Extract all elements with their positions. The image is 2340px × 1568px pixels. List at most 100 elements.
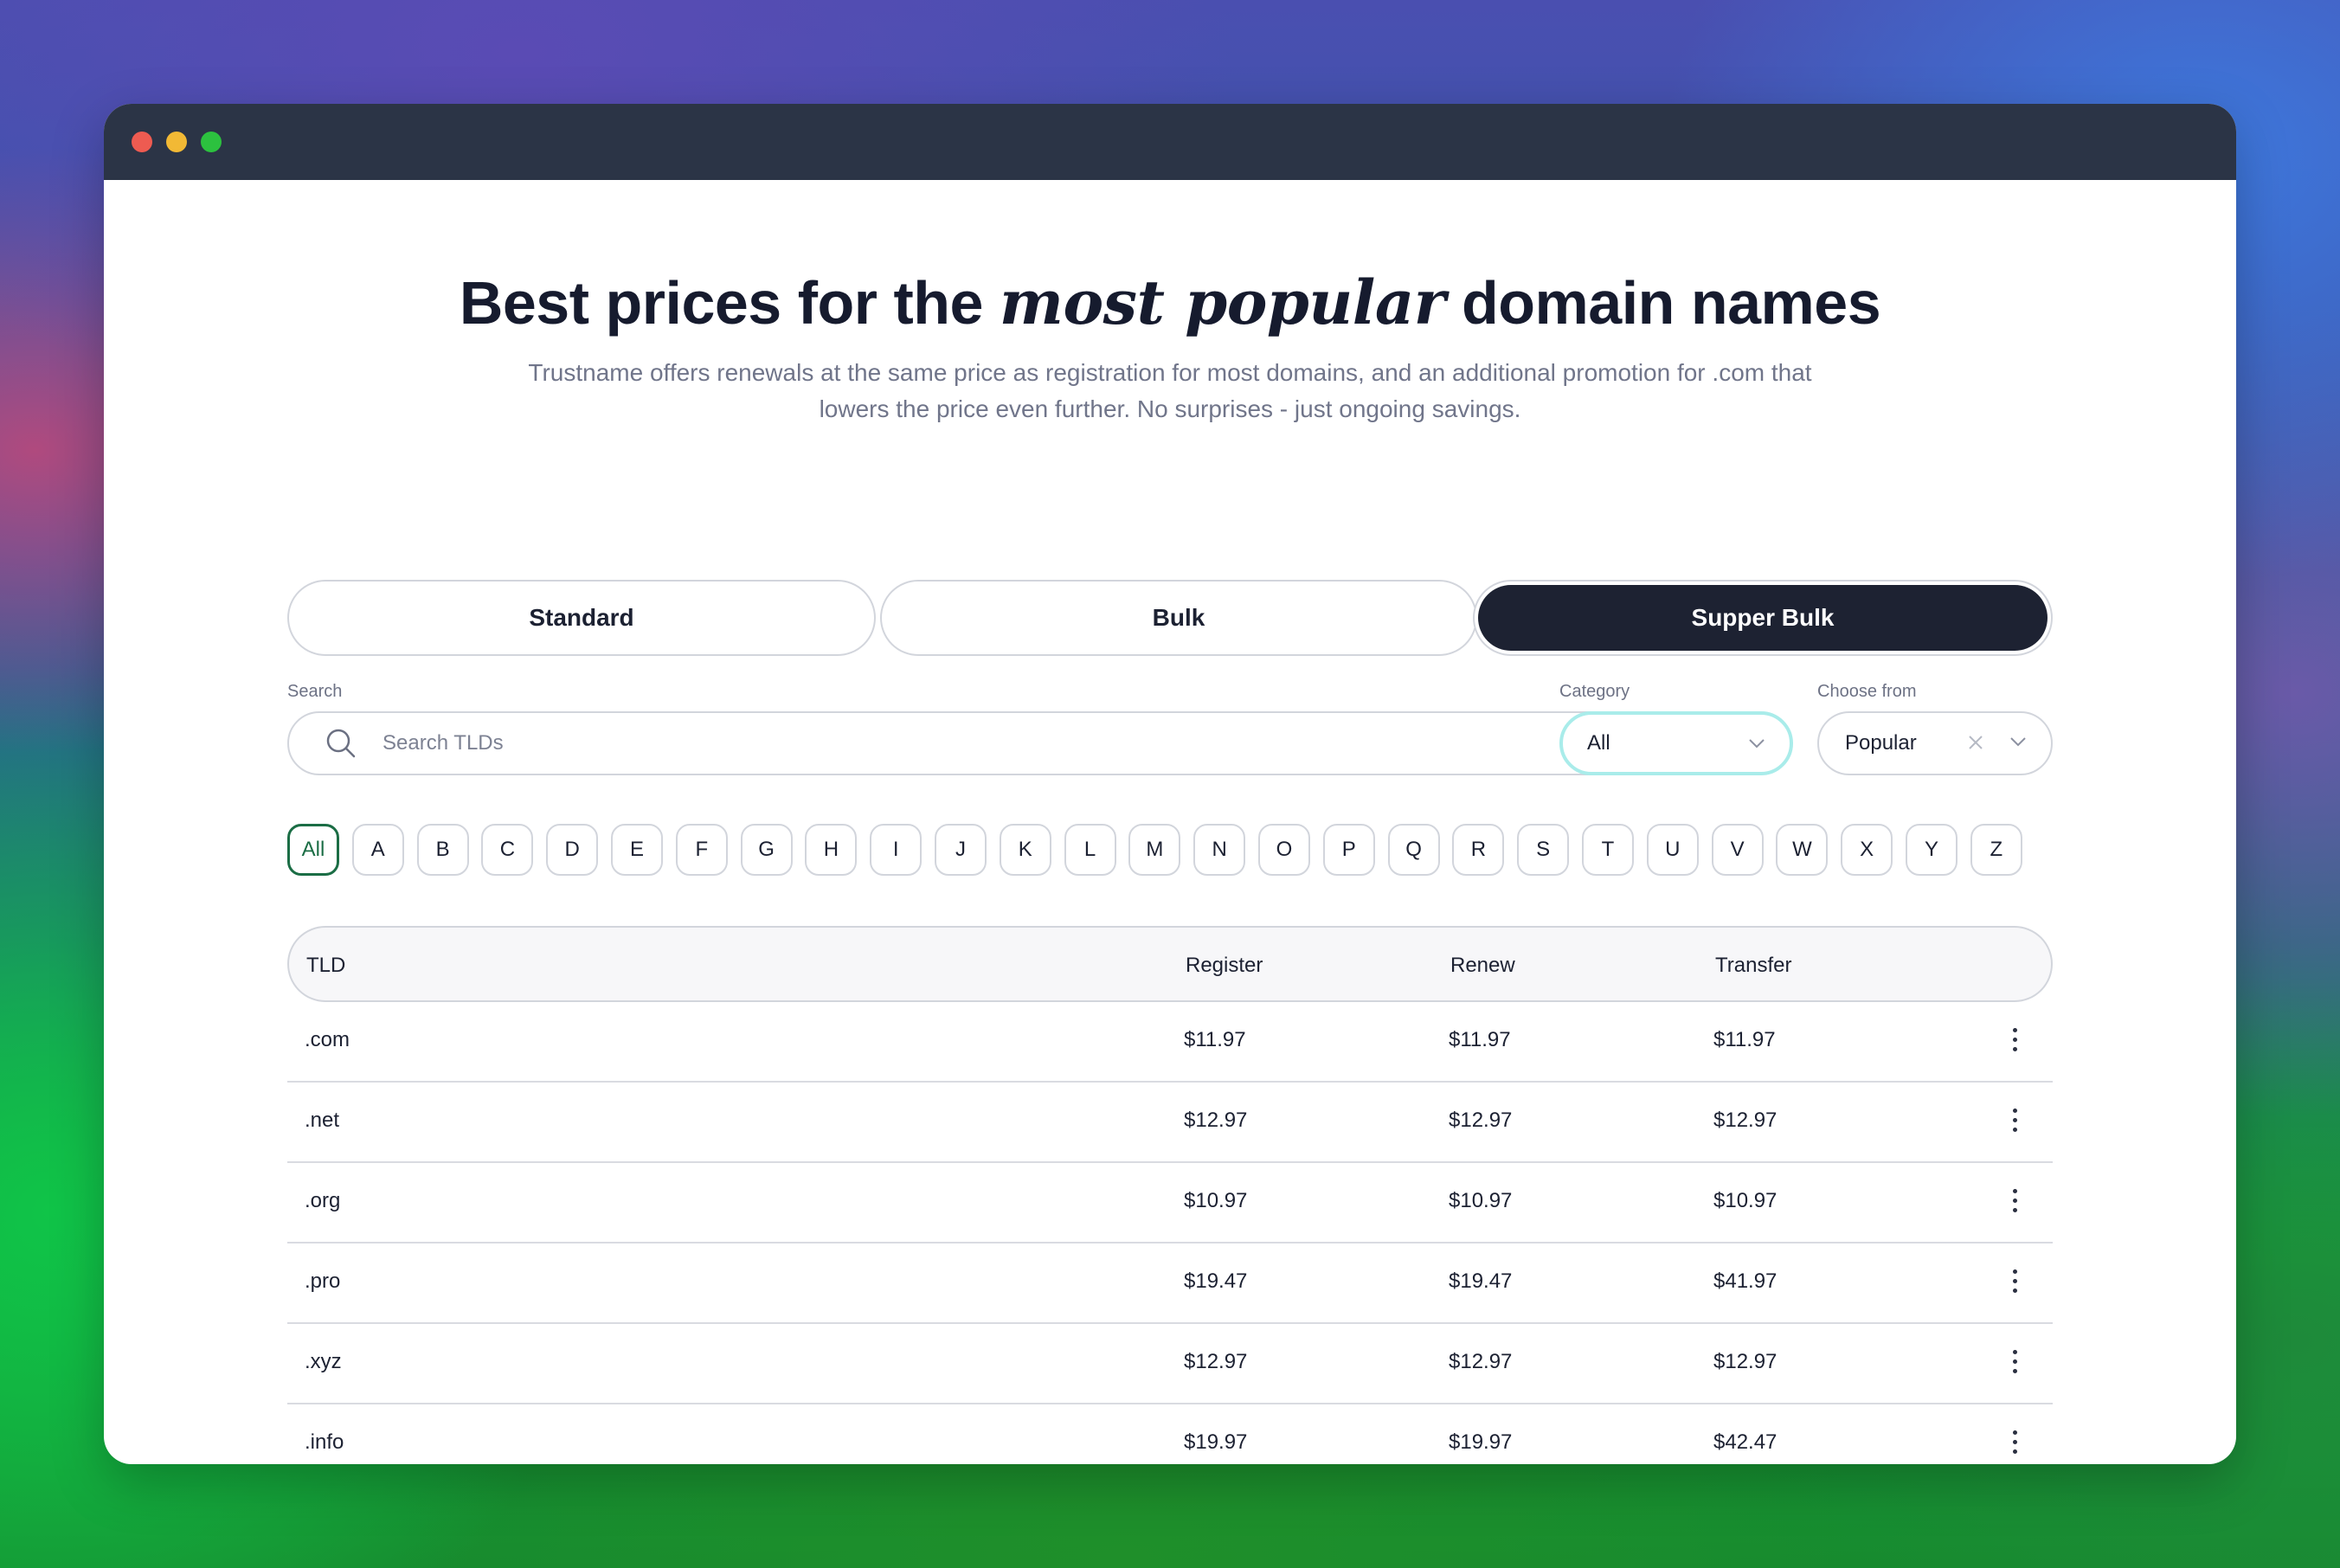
- letter-filter-x[interactable]: X: [1841, 824, 1893, 876]
- search-label: Search: [287, 682, 343, 701]
- cell-renew: $10.97: [1449, 1189, 1513, 1212]
- browser-window: Best prices for the most popular domain …: [104, 104, 2236, 1464]
- cell-tld: .pro: [305, 1269, 341, 1293]
- cell-tld: .xyz: [305, 1350, 342, 1373]
- choose-from-value: Popular: [1845, 731, 1917, 755]
- title-emphasis: most popular: [999, 267, 1446, 338]
- category-label: Category: [1559, 682, 1630, 701]
- cell-register: $19.97: [1184, 1430, 1248, 1454]
- page-subtitle: Trustname offers renewals at the same pr…: [528, 359, 1812, 422]
- choose-from-label: Choose from: [1817, 682, 1917, 701]
- table-row: .info $19.97 $19.97 $42.47: [287, 1404, 2053, 1464]
- header-transfer: Transfer: [1715, 954, 1792, 977]
- tab-supper-bulk[interactable]: Supper Bulk: [1473, 580, 2053, 656]
- tab-label: Standard: [529, 604, 634, 631]
- more-options-icon[interactable]: [2013, 1109, 2018, 1133]
- page-title: Best prices for the most popular domain …: [104, 268, 2236, 337]
- letter-filter-v[interactable]: V: [1711, 824, 1764, 876]
- letter-filter-o[interactable]: O: [1258, 824, 1310, 876]
- cell-tld: .info: [305, 1430, 344, 1454]
- cell-transfer: $12.97: [1713, 1350, 1778, 1373]
- letter-filter-e[interactable]: E: [611, 824, 663, 876]
- letter-filter-q[interactable]: Q: [1387, 824, 1440, 876]
- cell-register: $12.97: [1184, 1109, 1248, 1132]
- cell-renew: $12.97: [1449, 1109, 1513, 1132]
- letter-filter-r[interactable]: R: [1452, 824, 1505, 876]
- table-row: .pro $19.47 $19.47 $41.97: [287, 1243, 2053, 1324]
- category-select[interactable]: All: [1559, 711, 1793, 775]
- letter-filter-i[interactable]: I: [870, 824, 922, 876]
- letter-filter-k[interactable]: K: [999, 824, 1051, 876]
- more-options-icon[interactable]: [2013, 1430, 2018, 1455]
- letter-filter-all[interactable]: All: [287, 824, 339, 876]
- title-bar: [104, 104, 2236, 180]
- letter-filter-j[interactable]: J: [935, 824, 987, 876]
- table-row: .com $11.97 $11.97 $11.97: [287, 1002, 2053, 1083]
- letter-filter-p[interactable]: P: [1322, 824, 1375, 876]
- cell-register: $12.97: [1184, 1350, 1248, 1373]
- maximize-window-button[interactable]: [201, 132, 222, 152]
- cell-tld: .com: [305, 1028, 350, 1051]
- letter-filter-c[interactable]: C: [481, 824, 534, 876]
- table-row: .xyz $12.97 $12.97 $12.97: [287, 1324, 2053, 1404]
- more-options-icon[interactable]: [2013, 1189, 2018, 1213]
- letter-filter-n[interactable]: N: [1193, 824, 1246, 876]
- letter-filter-y[interactable]: Y: [1906, 824, 1958, 876]
- chevron-down-icon: [2010, 737, 2026, 747]
- letter-filter-g[interactable]: G: [740, 824, 793, 876]
- letter-filter-s[interactable]: S: [1517, 824, 1570, 876]
- cell-transfer: $10.97: [1713, 1189, 1778, 1212]
- letter-filter-a[interactable]: A: [351, 824, 404, 876]
- cell-transfer: $11.97: [1713, 1028, 1776, 1051]
- letter-filter-d[interactable]: D: [546, 824, 599, 876]
- cell-tld: .net: [305, 1109, 340, 1132]
- search-field[interactable]: [287, 711, 1639, 775]
- header-tld: TLD: [306, 954, 346, 977]
- cell-transfer: $41.97: [1713, 1269, 1778, 1293]
- title-prefix: Best prices for the: [459, 269, 1000, 337]
- cell-tld: .org: [305, 1189, 341, 1212]
- letter-filter-m[interactable]: M: [1128, 824, 1181, 876]
- page-content: Best prices for the most popular domain …: [104, 180, 2236, 1464]
- search-icon: [326, 729, 356, 758]
- tab-label: Bulk: [1152, 604, 1205, 631]
- clear-icon[interactable]: [1968, 735, 1983, 750]
- category-value: All: [1587, 731, 1610, 755]
- cell-renew: $19.47: [1449, 1269, 1513, 1293]
- more-options-icon[interactable]: [2013, 1028, 2018, 1052]
- letter-filter-z[interactable]: Z: [1970, 824, 2022, 876]
- tab-bulk[interactable]: Bulk: [880, 580, 1477, 656]
- letter-filter-b[interactable]: B: [416, 824, 469, 876]
- cell-renew: $12.97: [1449, 1350, 1513, 1373]
- search-input[interactable]: [381, 730, 1637, 756]
- cell-renew: $11.97: [1449, 1028, 1511, 1051]
- table-row: .org $10.97 $10.97 $10.97: [287, 1163, 2053, 1243]
- cell-transfer: $42.47: [1713, 1430, 1778, 1454]
- choose-from-select[interactable]: Popular: [1817, 711, 2053, 775]
- table-row: .net $12.97 $12.97 $12.97: [287, 1083, 2053, 1163]
- letter-filter-l[interactable]: L: [1064, 824, 1116, 876]
- price-table-body: .com $11.97 $11.97 $11.97 .net $12.97 $12.97 $1…: [287, 1002, 2053, 1464]
- tab-label: Supper Bulk: [1478, 585, 2048, 651]
- pricing-tabs: Standard Bulk Supper Bulk: [287, 580, 2053, 659]
- letter-filter-t[interactable]: T: [1582, 824, 1634, 876]
- letter-filter-u[interactable]: U: [1646, 824, 1699, 876]
- cell-register: $19.47: [1184, 1269, 1248, 1293]
- letter-filter-w[interactable]: W: [1776, 824, 1829, 876]
- table-header: TLD Register Renew Transfer: [287, 926, 2053, 1002]
- letter-filter-f[interactable]: F: [675, 824, 728, 876]
- header-register: Register: [1186, 954, 1263, 977]
- chevron-down-icon: [1749, 739, 1765, 749]
- tab-standard[interactable]: Standard: [287, 580, 876, 656]
- letter-filter-h[interactable]: H: [805, 824, 858, 876]
- cell-register: $10.97: [1184, 1189, 1248, 1212]
- minimize-window-button[interactable]: [166, 132, 187, 152]
- title-suffix: domain names: [1445, 269, 1881, 337]
- cell-renew: $19.97: [1449, 1430, 1513, 1454]
- cell-register: $11.97: [1184, 1028, 1246, 1051]
- more-options-icon[interactable]: [2013, 1350, 2018, 1374]
- more-options-icon[interactable]: [2013, 1269, 2018, 1294]
- header-renew: Renew: [1450, 954, 1515, 977]
- cell-transfer: $12.97: [1713, 1109, 1778, 1132]
- close-window-button[interactable]: [132, 132, 152, 152]
